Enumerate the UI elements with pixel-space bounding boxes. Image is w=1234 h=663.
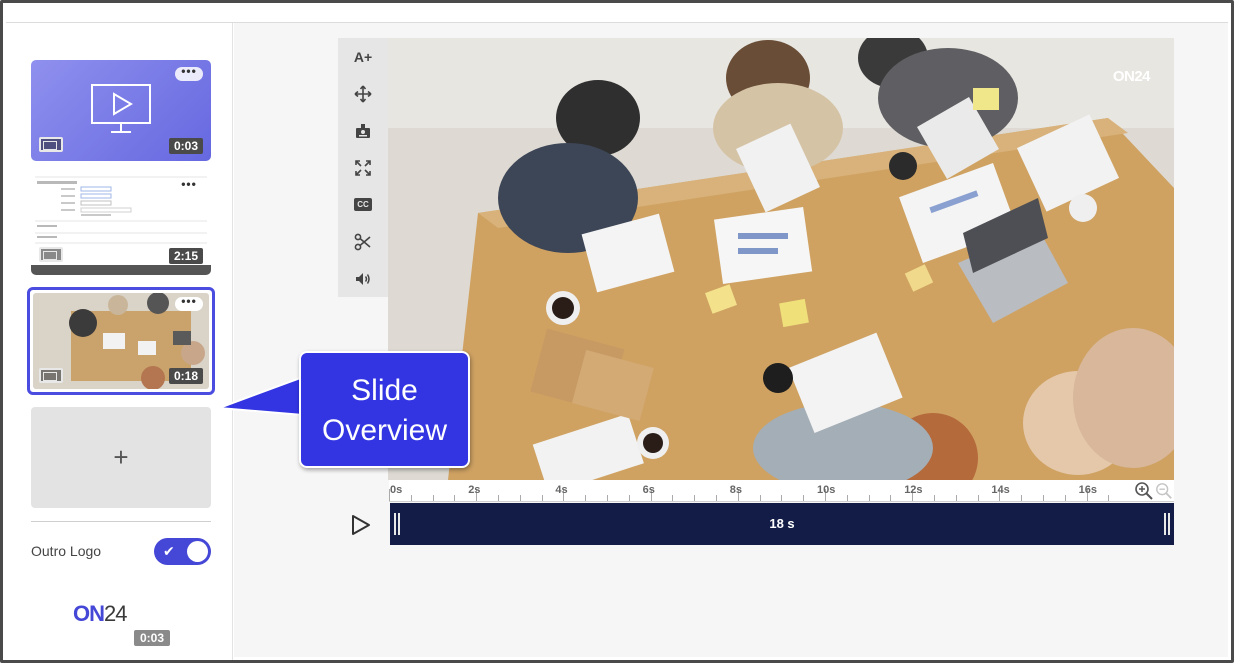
ruler-tick [868,495,870,501]
ruler-tick [781,495,783,501]
ruler-tick [672,495,674,501]
on24-watermark: ON24 [1112,68,1151,85]
ruler-label: 16s [1078,484,1097,496]
ruler-tick [1021,495,1023,501]
scissors-icon[interactable] [338,223,388,260]
ruler-label: 10s [817,484,836,496]
slide-type-icon [39,247,63,262]
clip-duration-label: 18 s [769,516,795,531]
ruler-label: 8s [729,484,743,496]
outro-logo-toggle[interactable]: ✔ [154,538,211,565]
ruler-tick [519,495,521,501]
callout-line-2: Overview [321,414,448,447]
ruler-tick [890,495,892,501]
timeline-ruler: 0s 2s 4s 6s 8s 10s 12s 14s 16s [389,480,1174,502]
ruler-tick [934,495,935,501]
ruler-tick [498,495,499,501]
slide-thumbnail-2[interactable]: ••• 2:15 [31,173,211,275]
meeting-photo-thumbnail: ••• 0:18 [33,293,209,389]
slide-menu-button[interactable]: ••• [175,178,203,194]
slide-thumbnail-3-selected[interactable]: ••• 0:18 [27,287,215,395]
zoom-out-icon[interactable] [1155,482,1173,500]
slide-type-icon [39,368,63,383]
clip-end-handle[interactable] [1164,513,1170,535]
ruler-tick [585,495,587,501]
timeline-clip[interactable]: 18 s [390,503,1174,545]
monitor-play-icon [91,84,151,133]
clip-start-handle[interactable] [394,513,400,535]
ruler-label: 12s [904,484,923,496]
slide-overview-callout: Slide Overview [299,351,470,468]
ruler-tick [716,495,717,501]
ruler-tick [803,495,805,501]
fullscreen-icon[interactable] [338,149,388,186]
cc-label: CC [354,198,372,211]
editor-main: A+ CC ON24 0s 2s 4s 6s 8s 10s 12s 14s 16… [234,23,1228,657]
slide-type-icon [39,137,63,152]
logo-on-text: ON [73,601,105,626]
ruler-label: 14s [991,484,1010,496]
cc-icon[interactable]: CC [338,186,388,223]
sidebar-divider [31,521,211,522]
slide-thumbnail-1[interactable]: ••• 0:03 [31,60,211,161]
text-size-icon[interactable]: A+ [338,38,388,75]
outro-logo-label: Outro Logo [31,543,102,559]
check-icon: ✔ [163,543,175,559]
slide-duration: 0:03 [168,138,203,154]
ruler-tick [1043,495,1044,501]
ruler-tick [846,495,848,501]
ruler-tick [410,495,412,501]
ruler-label: 2s [468,484,481,496]
volume-icon[interactable] [338,260,388,297]
callout-pointer [218,376,304,416]
ruler-label: 4s [555,484,568,496]
ruler-label: 6s [642,484,655,496]
ruler-tick [454,495,456,501]
ruler-label: 0s [390,484,403,496]
play-icon[interactable] [351,514,371,536]
presenter-icon[interactable] [338,112,388,149]
slide-menu-button[interactable]: ••• [175,65,203,81]
meeting-photo [388,38,1174,480]
ruler-tick [541,495,543,501]
ruler-tick [1064,495,1066,501]
editor-toolbar: A+ CC [338,38,388,297]
callout-line-1: Slide [351,374,418,407]
move-icon[interactable] [338,75,388,112]
outro-duration: 0:03 [134,630,171,646]
toggle-knob [187,541,208,562]
logo-number-text: 24 [104,601,128,626]
slide-duration: 0:18 [168,368,203,384]
zoom-in-icon[interactable] [1134,481,1154,501]
ruler-tick [607,495,608,501]
callout-joint [301,383,309,423]
ruler-tick [628,495,630,501]
slide-menu-button[interactable]: ••• [175,295,203,311]
add-slide-button[interactable]: + [31,407,211,508]
ruler-tick [955,495,957,501]
slide-duration: 2:15 [168,248,203,264]
ruler-tick [1108,495,1110,501]
video-preview[interactable]: ON24 [388,38,1174,480]
ruler-tick [759,495,761,501]
app-window: ••• 0:03 ••• 2:15 ••• 0:18 + Outro Logo … [0,0,1234,663]
ruler-tick [432,495,434,501]
slide-sidebar: ••• 0:03 ••• 2:15 ••• 0:18 + Outro Logo … [6,23,233,660]
ruler-tick [694,495,696,501]
ruler-tick [977,495,979,501]
on24-outro-logo: ON24 [73,601,128,627]
